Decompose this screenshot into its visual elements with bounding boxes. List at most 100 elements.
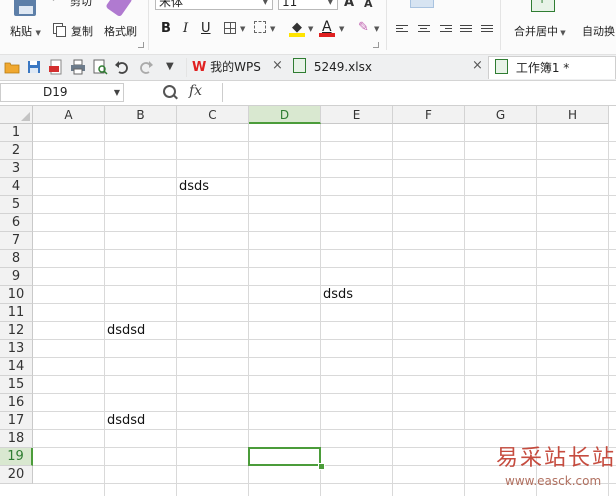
row-header-19[interactable]: 19 [0,448,33,466]
column-header-g[interactable]: G [465,106,537,124]
customize-quick-access-icon[interactable]: ▼ [166,59,182,75]
formula-input[interactable] [222,83,616,102]
column-header-e[interactable]: E [321,106,393,124]
search-icon[interactable] [163,85,176,98]
row-header-10[interactable]: 10 [0,286,33,304]
row-header-18[interactable]: 18 [0,430,33,448]
font-name-select[interactable]: 宋体 ▼ [155,0,273,10]
insert-function-button[interactable]: fx [189,83,202,99]
align-top-icon[interactable] [396,0,408,4]
column-gridline [392,124,393,496]
tab-workbook1[interactable]: 工作簿1 * [488,56,616,79]
font-size-value: 11 [282,0,298,9]
row-header-12[interactable]: 12 [0,322,33,340]
align-center-icon[interactable] [418,25,430,35]
column-header-h[interactable]: H [537,106,609,124]
borders-icon[interactable] [224,22,236,34]
justify-icon[interactable] [460,25,472,35]
row-header-5[interactable]: 5 [0,196,33,214]
merge-center-button[interactable]: 合并居中 ▼ [514,23,566,39]
row-header-4[interactable]: 4 [0,178,33,196]
copy-icon[interactable] [53,23,66,37]
chevron-down-icon[interactable]: ▼ [270,25,275,33]
chevron-down-icon[interactable]: ▼ [240,25,245,33]
save-icon[interactable] [26,59,42,75]
format-painter-icon[interactable] [105,0,133,18]
paste-icon[interactable] [14,0,36,16]
cell-b12[interactable]: dsdsd [105,322,145,340]
active-cell-border[interactable] [248,447,321,466]
shrink-font-button[interactable]: A [364,0,373,10]
merge-center-icon[interactable] [531,0,555,12]
row-header-15[interactable]: 15 [0,376,33,394]
grow-font-button[interactable]: A [344,0,354,10]
cell-style-icon[interactable] [254,21,266,33]
row-header-9[interactable]: 9 [0,268,33,286]
paste-button[interactable]: 粘贴 ▼ [10,23,41,39]
name-box[interactable]: D19 ▼ [0,83,124,102]
row-header-3[interactable]: 3 [0,160,33,178]
row-gridline [33,375,616,376]
cell-e10[interactable]: dsds [321,286,353,304]
row-header-16[interactable]: 16 [0,394,33,412]
chevron-down-icon[interactable]: ▼ [263,0,268,11]
chevron-down-icon[interactable]: ▼ [339,25,344,33]
row-header-20[interactable]: 20 [0,466,33,484]
column-header-b[interactable]: B [105,106,177,124]
bold-button[interactable]: B [161,21,171,37]
row-header-8[interactable]: 8 [0,250,33,268]
row-header-7[interactable]: 7 [0,232,33,250]
wrap-icon[interactable] [481,0,493,4]
auto-wrap-button[interactable]: 自动换 [582,23,615,39]
fill-handle[interactable] [318,463,325,470]
cell-c4[interactable]: dsds [177,178,209,196]
distribute-icon[interactable] [460,0,472,4]
tab-label: 我的WPS [210,60,261,74]
clear-format-icon[interactable]: ✎ [358,20,369,35]
row-header-13[interactable]: 13 [0,340,33,358]
chevron-down-icon[interactable]: ▼ [328,0,333,11]
format-painter-button[interactable]: 格式刷 [104,23,137,39]
print-icon[interactable] [70,59,86,75]
cut-button[interactable]: 剪切 [70,0,92,9]
spreadsheet-grid[interactable]: ABCDEFGH 1 2 3 4 5 6 7 8 9 10 11 12 13 14 15 16 17 18 19 20… [0,106,616,496]
open-folder-icon[interactable] [4,59,20,75]
copy-button[interactable]: 复制 [71,23,93,39]
column-header-a[interactable]: A [33,106,105,124]
export-pdf-icon[interactable] [48,59,64,75]
italic-button[interactable]: I [183,21,188,37]
chevron-down-icon[interactable]: ▼ [114,84,120,101]
column-header-d[interactable]: D [249,106,321,124]
font-launcher-icon[interactable] [373,42,379,48]
undo-icon[interactable] [114,59,130,75]
tab-5249-xlsx[interactable]: 5249.xlsx [293,56,483,79]
row-gridline [33,177,616,178]
select-all-corner[interactable] [0,106,33,124]
close-icon[interactable]: × [272,59,283,73]
cell-b17[interactable]: dsdsd [105,412,145,430]
distributed-align-icon[interactable] [481,25,493,35]
align-right-icon[interactable] [440,25,452,35]
row-header-1[interactable]: 1 [0,124,33,142]
row-header-6[interactable]: 6 [0,214,33,232]
scissors-icon[interactable]: ✂ [52,0,66,4]
row-header-14[interactable]: 14 [0,358,33,376]
row-header-11[interactable]: 11 [0,304,33,322]
align-middle-icon[interactable] [415,0,427,5]
row-header-2[interactable]: 2 [0,142,33,160]
clipboard-launcher-icon[interactable] [138,42,144,48]
font-size-select[interactable]: 11 ▼ [278,0,338,10]
redo-icon[interactable] [138,59,154,75]
print-preview-icon[interactable] [92,59,108,75]
chevron-down-icon[interactable]: ▼ [308,25,313,33]
row-header-17[interactable]: 17 [0,412,33,430]
column-header-f[interactable]: F [393,106,465,124]
underline-button[interactable]: U [201,21,211,37]
align-left-icon[interactable] [396,25,408,35]
chevron-down-icon: ▼ [558,29,566,37]
chevron-down-icon[interactable]: ▼ [374,25,379,33]
column-header-c[interactable]: C [177,106,249,124]
align-bottom-icon[interactable] [438,0,450,4]
close-icon[interactable]: × [472,59,483,73]
row-gridline [33,267,616,268]
